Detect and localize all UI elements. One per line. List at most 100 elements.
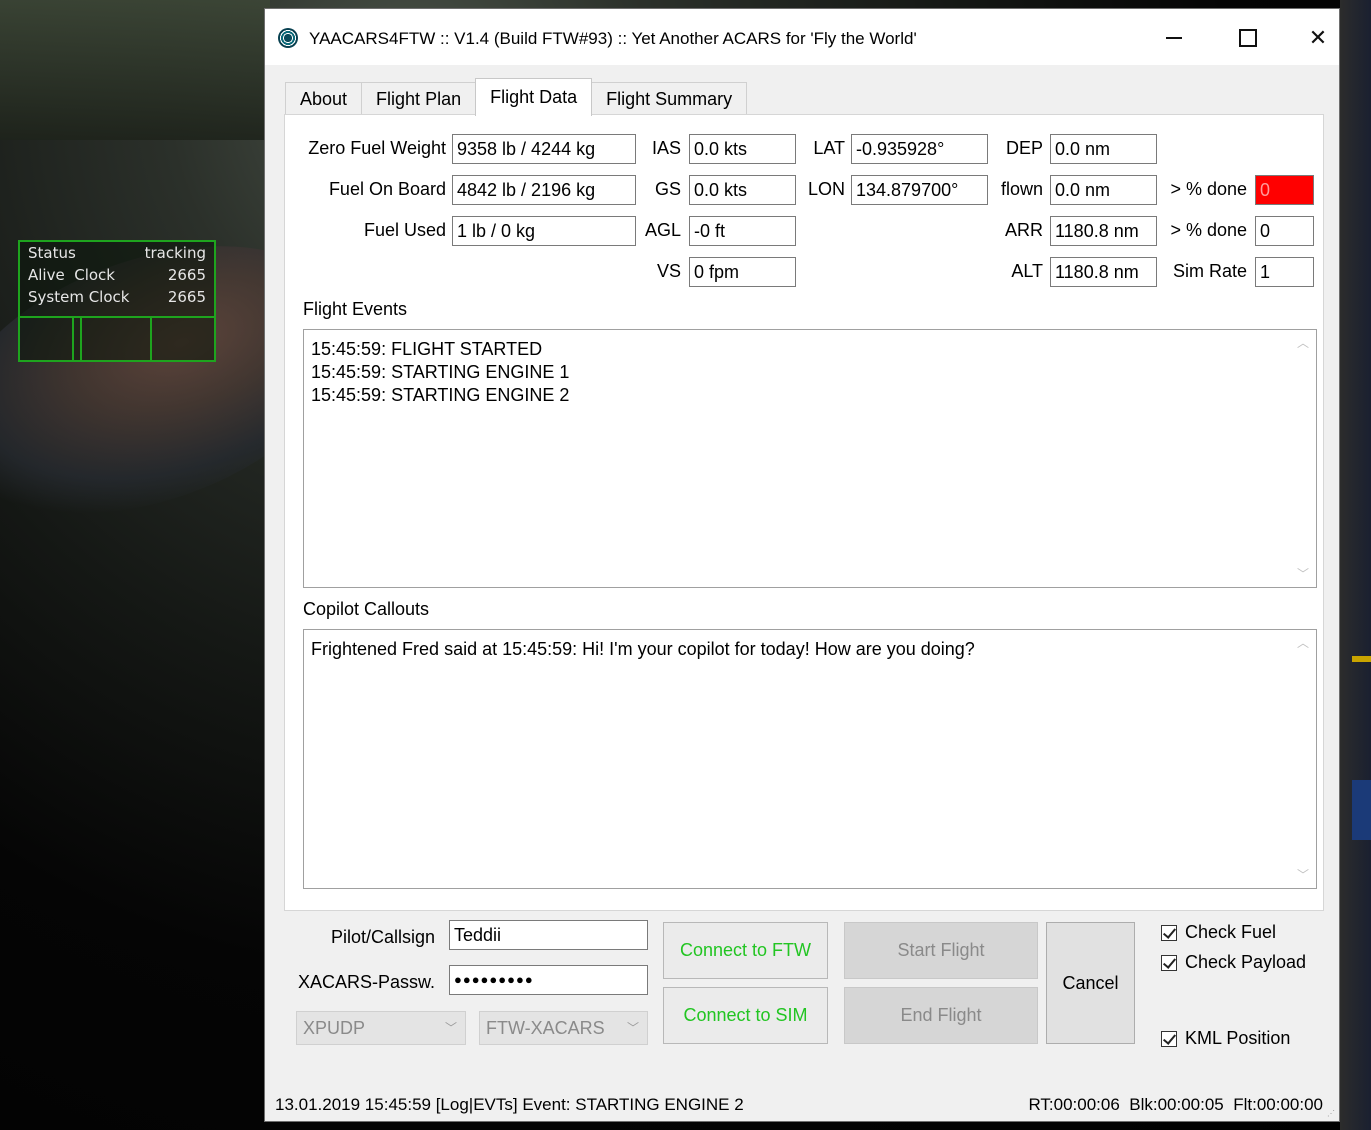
app-icon <box>278 28 298 48</box>
arr-field[interactable]: 1180.8 nm <box>1050 216 1157 246</box>
scroll-up-icon[interactable]: ︿ <box>1296 636 1310 650</box>
flight-events-textarea[interactable]: 15:45:59: FLIGHT STARTED 15:45:59: STARTI… <box>303 329 1317 588</box>
chevron-down-icon: ﹀ <box>626 1021 639 1035</box>
event-line: 15:45:59: STARTING ENGINE 2 <box>311 385 570 405</box>
zfw-field[interactable]: 9358 lb / 4244 kg <box>452 134 636 164</box>
ias-field[interactable]: 0.0 kts <box>689 134 796 164</box>
window-title: YAACARS4FTW :: V1.4 (Build FTW#93) :: Ye… <box>309 29 917 48</box>
sim-rate-field[interactable]: 1 <box>1255 257 1314 287</box>
overlay-system-value: 2665 <box>167 288 206 306</box>
scroll-down-icon[interactable]: ﹀ <box>1296 868 1310 882</box>
password-input[interactable]: ●●●●●●●●● <box>449 965 648 995</box>
checkbox-checked-icon <box>1161 954 1177 971</box>
vs-field[interactable]: 0 fpm <box>689 257 796 287</box>
copilot-callouts-label: Copilot Callouts <box>303 599 430 619</box>
connect-ftw-button[interactable]: Connect to FTW <box>663 922 828 979</box>
connect-sim-button[interactable]: Connect to SIM <box>663 987 828 1044</box>
dep-field[interactable]: 0.0 nm <box>1050 134 1157 164</box>
check-payload-label: Check Payload <box>1185 952 1307 972</box>
fob-label: Fuel On Board <box>328 179 446 199</box>
sim-type-value: XPUDP <box>303 1018 366 1038</box>
resize-grip-icon[interactable]: ⋰ <box>1327 1109 1337 1119</box>
fuel-used-field[interactable]: 1 lb / 0 kg <box>452 216 636 246</box>
flight-events-scrollbar[interactable]: ︿ ﹀ <box>1290 330 1316 587</box>
flight-events-list: 15:45:59: FLIGHT STARTED 15:45:59: STARTI… <box>311 338 569 407</box>
pilot-callsign-input[interactable]: Teddii <box>449 920 648 950</box>
tab-flight-plan[interactable]: Flight Plan <box>361 82 477 115</box>
sim-rate-label: Sim Rate <box>1172 261 1247 281</box>
event-line: 15:45:59: STARTING ENGINE 1 <box>311 362 570 382</box>
kml-position-label: KML Position <box>1185 1028 1291 1048</box>
status-bar-right: RT:00:00:06 Blk:00:00:05 Flt:00:00:00 <box>1028 1095 1323 1114</box>
overlay-cell <box>74 318 82 362</box>
checkbox-checked-icon <box>1161 924 1177 941</box>
flown-label: flown <box>1000 179 1043 199</box>
pct-done-field-1[interactable]: 0 <box>1255 175 1314 205</box>
tab-flight-summary[interactable]: Flight Summary <box>591 82 748 115</box>
overlay-alive-label: Alive Clock <box>28 266 115 284</box>
agl-field[interactable]: -0 ft <box>689 216 796 246</box>
alt-label: ALT <box>1011 261 1043 281</box>
lat-label: LAT <box>813 138 845 158</box>
acars-type-value: FTW-XACARS <box>486 1018 605 1038</box>
overlay-system-label: System Clock <box>28 288 130 306</box>
tab-about[interactable]: About <box>285 82 363 115</box>
pct-done-label-1: > % done <box>1170 179 1247 199</box>
scroll-up-icon[interactable]: ︿ <box>1296 336 1310 350</box>
status-bar-left: 13.01.2019 15:45:59 [Log|EVTs] Event: ST… <box>275 1095 744 1114</box>
tab-bar: About Flight Plan Flight Data Flight Sum… <box>285 78 748 116</box>
end-flight-button[interactable]: End Flight <box>844 987 1038 1044</box>
event-line: 15:45:59: FLIGHT STARTED <box>311 339 543 359</box>
scroll-down-icon[interactable]: ﹀ <box>1296 567 1310 581</box>
overlay-alive-value: 2665 <box>167 266 206 284</box>
dep-label: DEP <box>1005 138 1043 158</box>
copilot-callouts-list: Frightened Fred said at 15:45:59: Hi! I'… <box>311 638 975 661</box>
flown-field[interactable]: 0.0 nm <box>1050 175 1157 205</box>
pct-done-label-2: > % done <box>1170 220 1247 240</box>
lon-label: LON <box>807 179 845 199</box>
kml-position-checkbox[interactable]: KML Position <box>1161 1028 1290 1049</box>
background-stripe <box>1352 656 1371 662</box>
arr-label: ARR <box>1004 220 1043 240</box>
zfw-label: Zero Fuel Weight <box>308 138 446 158</box>
background-trees <box>0 0 270 140</box>
copilot-scrollbar[interactable]: ︿ ﹀ <box>1290 630 1316 888</box>
title-bar[interactable]: YAACARS4FTW :: V1.4 (Build FTW#93) :: Ye… <box>265 9 1339 65</box>
pct-done-field-2[interactable]: 0 <box>1255 216 1314 246</box>
flight-events-label: Flight Events <box>303 299 408 319</box>
overlay-system-row: System Clock 2665 <box>20 286 214 308</box>
fob-field[interactable]: 4842 lb / 2196 kg <box>452 175 636 205</box>
lat-field[interactable]: -0.935928° <box>851 134 988 164</box>
maximize-button[interactable] <box>1225 19 1271 57</box>
callout-line: Frightened Fred said at 15:45:59: Hi! I'… <box>311 639 975 659</box>
background-edge <box>1340 0 1371 1130</box>
acars-window: YAACARS4FTW :: V1.4 (Build FTW#93) :: Ye… <box>264 8 1340 1122</box>
flight-data-panel: Zero Fuel Weight 9358 lb / 4244 kg Fuel … <box>284 114 1324 911</box>
gs-label: GS <box>654 179 681 199</box>
start-flight-button[interactable]: Start Flight <box>844 922 1038 979</box>
check-fuel-checkbox[interactable]: Check Fuel <box>1161 922 1276 943</box>
check-payload-checkbox[interactable]: Check Payload <box>1161 952 1306 973</box>
tab-flight-data[interactable]: Flight Data <box>475 78 593 116</box>
alt-field[interactable]: 1180.8 nm <box>1050 257 1157 287</box>
close-button[interactable]: ✕ <box>1295 19 1341 57</box>
close-icon: ✕ <box>1308 25 1328 50</box>
copilot-callouts-textarea[interactable]: Frightened Fred said at 15:45:59: Hi! I'… <box>303 629 1317 889</box>
overlay-cell <box>82 318 152 362</box>
pilot-callsign-label: Pilot/Callsign <box>330 927 435 947</box>
check-fuel-label: Check Fuel <box>1185 922 1277 942</box>
overlay-cells <box>20 316 214 362</box>
cancel-button[interactable]: Cancel <box>1046 922 1135 1044</box>
lon-field[interactable]: 134.879700° <box>851 175 988 205</box>
password-label: XACARS-Passw. <box>297 972 435 992</box>
minimize-button[interactable] <box>1151 19 1197 57</box>
chevron-down-icon: ﹀ <box>444 1021 457 1035</box>
sim-type-select[interactable]: XPUDP ﹀ <box>296 1011 466 1045</box>
acars-type-select[interactable]: FTW-XACARS ﹀ <box>479 1011 648 1045</box>
background-panel <box>1352 780 1371 840</box>
agl-label: AGL <box>644 220 681 240</box>
overlay-status-row: Status tracking <box>20 242 214 264</box>
overlay-status-label: Status <box>28 244 76 262</box>
gs-field[interactable]: 0.0 kts <box>689 175 796 205</box>
overlay-alive-row: Alive Clock 2665 <box>20 264 214 286</box>
